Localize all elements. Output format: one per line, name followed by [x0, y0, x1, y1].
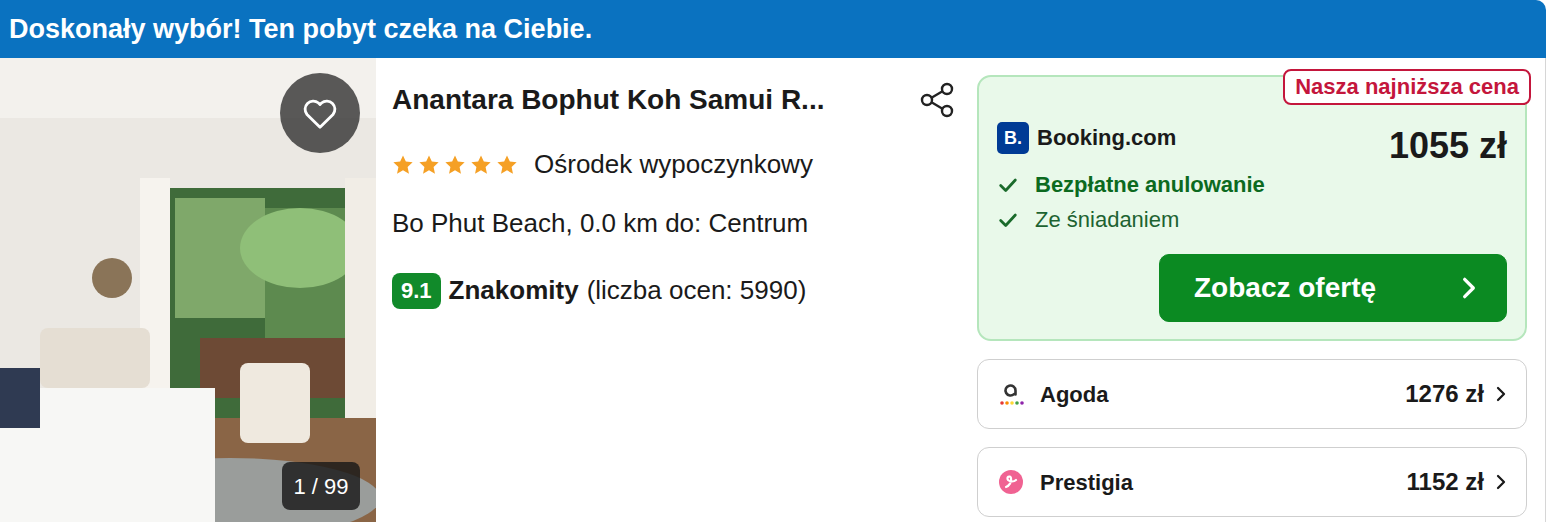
rating-label: Znakomity	[449, 271, 579, 310]
lowest-price-badge: Nasza najniższa cena	[1283, 69, 1531, 105]
share-icon[interactable]	[917, 80, 957, 120]
provider-logo-icon	[998, 381, 1024, 407]
best-offer: Nasza najniższa cenaB.Booking.com1055 zł…	[977, 75, 1527, 341]
provider-name: Agoda	[1040, 378, 1108, 411]
star-icon	[418, 154, 440, 176]
hotel-photo[interactable]: 1 / 99	[0, 58, 376, 522]
banner-title: Doskonały wybór! Ten pobyt czeka na Cieb…	[0, 0, 1546, 58]
star-icon	[496, 154, 518, 176]
rating-count: (liczba ocen: 5990)	[587, 271, 807, 310]
offer-row[interactable]: Prestigia 1152 zł	[977, 447, 1527, 517]
button-row: Zobacz ofertę	[997, 237, 1507, 322]
see-offer-label: Zobacz ofertę	[1194, 267, 1376, 309]
provider-row: B.Booking.com 1055 zł	[997, 121, 1507, 167]
star-icon	[444, 154, 466, 176]
rating-score: 9.1	[392, 273, 441, 309]
offer-body: 1 / 99 Anantara Bophut Koh Samui R... Ośro…	[0, 58, 1546, 522]
price: 1152 zł	[1407, 464, 1484, 500]
provider-name: Booking.com	[1037, 121, 1176, 154]
photo-counter: 1 / 99	[282, 462, 360, 510]
hotel-name[interactable]: Anantara Bophut Koh Samui R...	[392, 80, 824, 120]
chevron-icon	[1492, 473, 1510, 491]
see-offer-button[interactable]: Zobacz ofertę	[1159, 254, 1507, 322]
check-icon	[997, 174, 1019, 196]
favorite-button[interactable]	[280, 73, 360, 153]
property-type: Ośrodek wypoczynkowy	[534, 145, 813, 184]
provider: B.Booking.com	[997, 121, 1176, 154]
offer-card: Doskonały wybór! Ten pobyt czeka na Cieb…	[0, 0, 1546, 522]
feature-label: Bezpłatne anulowanie	[1035, 168, 1265, 201]
star-icon	[470, 154, 492, 176]
offer-provider: Agoda	[998, 378, 1108, 411]
heart-icon	[300, 93, 340, 133]
feature-item: Ze śniadaniem	[997, 202, 1507, 237]
feature-item: Bezpłatne anulowanie	[997, 167, 1507, 202]
feature-label: Ze śniadaniem	[1035, 203, 1179, 236]
offer-provider: Prestigia	[998, 466, 1133, 499]
provider-name: Prestigia	[1040, 466, 1133, 499]
star-icon	[392, 154, 414, 176]
price: 1276 zł	[1405, 376, 1484, 412]
check-icon	[997, 209, 1019, 231]
chevron-icon	[1456, 275, 1482, 301]
booking-logo: B.	[997, 122, 1029, 154]
best-price: 1055 zł	[1389, 125, 1507, 167]
offer-price: 1276 zł	[1405, 376, 1510, 412]
chevron-icon	[1492, 385, 1510, 403]
feature-list: Bezpłatne anulowanieZe śniadaniem	[997, 167, 1507, 237]
rating-row: 9.1Znakomity(liczba ocen: 5990)	[392, 271, 957, 310]
star-rating	[392, 154, 518, 176]
offers-panel: Nasza najniższa cenaB.Booking.com1055 zł…	[977, 58, 1527, 522]
offer-price: 1152 zł	[1407, 464, 1510, 500]
offer-row[interactable]: Agoda 1276 zł	[977, 359, 1527, 429]
provider-logo-icon	[998, 469, 1024, 495]
hotel-info: Anantara Bophut Koh Samui R... Ośrodek wy…	[376, 58, 977, 522]
title-row: Anantara Bophut Koh Samui R...	[392, 80, 957, 120]
hotel-location: Bo Phut Beach, 0.0 km do: Centrum	[392, 205, 957, 241]
category-row: Ośrodek wypoczynkowy	[392, 145, 957, 184]
